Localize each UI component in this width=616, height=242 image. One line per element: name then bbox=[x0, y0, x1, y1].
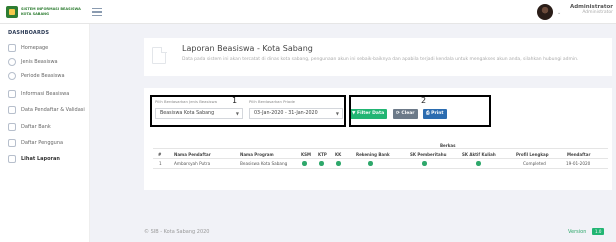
document-icon bbox=[152, 46, 167, 64]
cell-no: 1 bbox=[159, 161, 162, 166]
user-icon bbox=[8, 139, 16, 147]
footer-copyright: © SIB - Kota Sabang 2020 bbox=[144, 229, 210, 235]
report-icon bbox=[8, 155, 16, 163]
status-check-icon bbox=[319, 161, 324, 166]
footer: © SIB - Kota Sabang 2020 Version 1.0 bbox=[96, 224, 616, 242]
page-description: Data pada sistem ini akan tercatat di di… bbox=[182, 57, 579, 62]
cell-mendaftar: 19-01-2020 bbox=[566, 161, 591, 166]
chevron-down-icon[interactable]: ⌄ bbox=[557, 10, 561, 16]
annotation-box-1 bbox=[150, 95, 346, 127]
sidebar-item-jenis-beasiswa[interactable]: Jenis Beasiswa bbox=[0, 55, 90, 69]
col-header-nama-program: Nama Program bbox=[240, 152, 274, 157]
circle-icon bbox=[8, 72, 16, 80]
bank-icon bbox=[8, 123, 16, 131]
sidebar-item-daftar-pengguna[interactable]: Daftar Pengguna bbox=[0, 136, 90, 150]
user-role: Administrator bbox=[582, 10, 613, 15]
info-icon bbox=[8, 90, 16, 98]
top-navbar: SISTEM INFORMASI BEASISWA KOTA SABANG ⌄ … bbox=[0, 0, 616, 24]
hamburger-menu-icon[interactable] bbox=[92, 8, 102, 16]
sidebar-item-daftar-bank[interactable]: Daftar Bank bbox=[0, 120, 90, 134]
col-header-kk: KK bbox=[335, 152, 342, 157]
status-check-icon bbox=[422, 161, 427, 166]
cell-nama-program: Beasiswa Kota Sabang bbox=[240, 161, 288, 166]
brand-logo-icon bbox=[6, 6, 18, 18]
version-label: Version bbox=[568, 229, 587, 235]
col-header-mendaftar: Mendaftar bbox=[567, 152, 591, 157]
sidebar-item-lihat-laporan[interactable]: Lihat Laporan bbox=[0, 152, 90, 166]
status-check-icon bbox=[368, 161, 373, 166]
status-check-icon bbox=[336, 161, 341, 166]
col-header-profil-lengkap: Profil Lengkap bbox=[516, 152, 549, 157]
col-header-no: # bbox=[158, 152, 162, 157]
sidebar-heading: DASHBOARDS bbox=[8, 30, 50, 36]
users-icon bbox=[8, 106, 16, 114]
col-header-nama-pendaftar: Nama Pendaftar bbox=[174, 152, 211, 157]
sidebar-item-data-pendaftar[interactable]: Data Pendaftar & Validasi bbox=[0, 103, 90, 117]
brand[interactable]: SISTEM INFORMASI BEASISWA KOTA SABANG bbox=[6, 6, 81, 18]
cell-nama-pendaftar: Ambarsyah Putra bbox=[174, 161, 211, 166]
status-check-icon bbox=[302, 161, 307, 166]
sidebar-item-periode-beasiswa[interactable]: Periode Beasiswa bbox=[0, 69, 90, 83]
brand-subtitle: KOTA SABANG bbox=[21, 12, 49, 16]
annotation-box-2 bbox=[349, 95, 491, 127]
col-header-rekening-bank: Rekening Bank bbox=[356, 152, 390, 157]
page-title: Laporan Beasiswa - Kota Sabang bbox=[182, 44, 313, 53]
circle-icon bbox=[8, 58, 16, 66]
sidebar-item-informasi-beasiswa[interactable]: Informasi Beasiswa bbox=[0, 87, 90, 101]
user-menu[interactable]: Administrator Administrator bbox=[565, 4, 613, 15]
col-header-ksm: KSM bbox=[301, 152, 311, 157]
version-badge: 1.0 bbox=[592, 228, 605, 235]
col-header-ktp: KTP bbox=[318, 152, 327, 157]
sidebar-item-homepage[interactable]: Homepage bbox=[0, 41, 90, 55]
col-header-sk-aktif-kuliah: SK Aktif Kuliah bbox=[462, 152, 496, 157]
avatar[interactable] bbox=[537, 4, 553, 20]
page-header: Laporan Beasiswa - Kota Sabang Data pada… bbox=[144, 38, 612, 76]
cell-profil-lengkap: Completed bbox=[523, 161, 546, 166]
annotation-label-2: 2 bbox=[421, 96, 427, 105]
annotation-label-1: 1 bbox=[232, 96, 238, 105]
sidebar: DASHBOARDS Homepage Jenis Beasiswa Perio… bbox=[0, 24, 90, 242]
status-check-icon bbox=[476, 161, 481, 166]
home-icon bbox=[8, 44, 16, 52]
col-header-sk-pemberitahu: SK Pemberitahu bbox=[410, 152, 447, 157]
